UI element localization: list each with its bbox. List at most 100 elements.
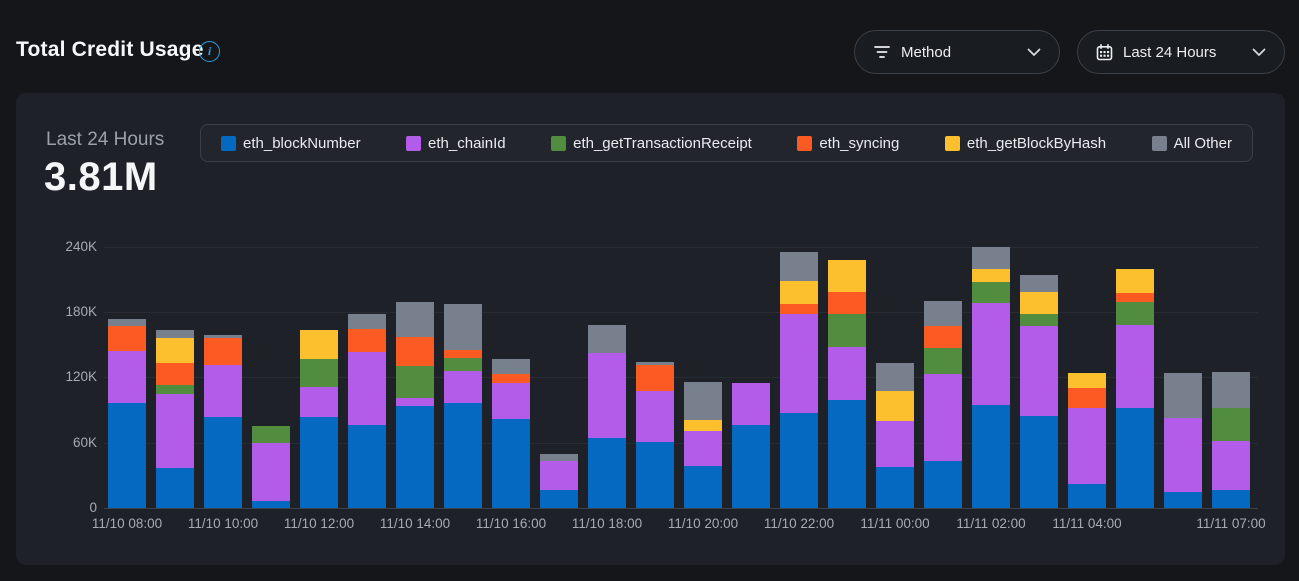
bar-segment[interactable] (972, 405, 1010, 508)
bar-segment[interactable] (588, 325, 626, 353)
bar-segment[interactable] (1116, 269, 1154, 293)
bar[interactable] (348, 314, 386, 508)
bar-segment[interactable] (1068, 484, 1106, 508)
bar[interactable] (156, 330, 194, 508)
bar-segment[interactable] (396, 302, 434, 337)
bar-segment[interactable] (540, 454, 578, 461)
bar[interactable] (924, 301, 962, 508)
bar-segment[interactable] (876, 421, 914, 467)
legend-item[interactable]: eth_chainId (406, 135, 506, 152)
bar-segment[interactable] (348, 329, 386, 352)
bar-segment[interactable] (732, 383, 770, 425)
bar-segment[interactable] (636, 442, 674, 508)
bar[interactable] (300, 330, 338, 508)
bar-segment[interactable] (156, 330, 194, 338)
bar-segment[interactable] (492, 383, 530, 419)
bar-segment[interactable] (300, 359, 338, 387)
info-icon[interactable]: i (199, 41, 220, 62)
legend-item[interactable]: eth_blockNumber (221, 135, 361, 152)
bar-segment[interactable] (780, 281, 818, 304)
bar-segment[interactable] (972, 282, 1010, 303)
bar-segment[interactable] (780, 252, 818, 281)
bar-segment[interactable] (444, 304, 482, 350)
bar-segment[interactable] (684, 420, 722, 431)
bar-segment[interactable] (780, 304, 818, 314)
bar-segment[interactable] (252, 426, 290, 443)
bar-segment[interactable] (684, 431, 722, 466)
bar[interactable] (876, 363, 914, 508)
bar-segment[interactable] (924, 374, 962, 461)
bar[interactable] (1116, 269, 1154, 508)
bar-segment[interactable] (1164, 373, 1202, 418)
method-dropdown[interactable]: Method (854, 30, 1060, 74)
bar-segment[interactable] (972, 269, 1010, 282)
bar-segment[interactable] (492, 359, 530, 374)
bar-segment[interactable] (108, 403, 146, 508)
bar-segment[interactable] (684, 382, 722, 420)
bar-segment[interactable] (1020, 292, 1058, 314)
bar-segment[interactable] (1212, 408, 1250, 441)
bar-segment[interactable] (828, 347, 866, 400)
bar-segment[interactable] (444, 371, 482, 403)
legend-item[interactable]: eth_getBlockByHash (945, 135, 1106, 152)
bar-segment[interactable] (1068, 373, 1106, 388)
bar[interactable] (828, 260, 866, 508)
bar[interactable] (732, 383, 770, 508)
bar-segment[interactable] (348, 352, 386, 425)
bar[interactable] (1020, 275, 1058, 508)
bar-segment[interactable] (828, 400, 866, 508)
bar-segment[interactable] (972, 303, 1010, 405)
bar-segment[interactable] (1068, 408, 1106, 484)
bar-segment[interactable] (588, 353, 626, 438)
bar-segment[interactable] (924, 301, 962, 326)
bar-segment[interactable] (300, 330, 338, 359)
bar-segment[interactable] (156, 385, 194, 394)
bar-segment[interactable] (924, 461, 962, 508)
bar-segment[interactable] (252, 443, 290, 501)
bar-segment[interactable] (780, 314, 818, 413)
bar-segment[interactable] (204, 365, 242, 417)
bar-segment[interactable] (732, 425, 770, 508)
bar-segment[interactable] (1212, 490, 1250, 508)
bar-segment[interactable] (204, 338, 242, 365)
bar[interactable] (396, 302, 434, 508)
bar-segment[interactable] (636, 391, 674, 442)
bar-segment[interactable] (396, 406, 434, 508)
bar[interactable] (204, 335, 242, 508)
bar-segment[interactable] (1164, 418, 1202, 492)
bar[interactable] (588, 325, 626, 508)
bar[interactable] (972, 247, 1010, 508)
bar-segment[interactable] (1068, 388, 1106, 408)
bar-segment[interactable] (348, 314, 386, 329)
bar-segment[interactable] (876, 391, 914, 421)
bar-segment[interactable] (156, 468, 194, 508)
bar-segment[interactable] (108, 351, 146, 403)
bar-segment[interactable] (1164, 492, 1202, 508)
bar-segment[interactable] (1116, 302, 1154, 325)
bar-segment[interactable] (1020, 326, 1058, 416)
bar-segment[interactable] (972, 247, 1010, 269)
bar-segment[interactable] (156, 338, 194, 363)
bar-segment[interactable] (540, 461, 578, 490)
bar-segment[interactable] (876, 363, 914, 391)
bar-segment[interactable] (348, 425, 386, 508)
bar-segment[interactable] (252, 501, 290, 508)
bar-segment[interactable] (924, 326, 962, 348)
bar-segment[interactable] (1020, 416, 1058, 508)
bar-segment[interactable] (300, 417, 338, 508)
bar-segment[interactable] (492, 419, 530, 508)
date-range-dropdown[interactable]: Last 24 Hours (1077, 30, 1285, 74)
bar-segment[interactable] (396, 398, 434, 406)
bar-segment[interactable] (444, 350, 482, 358)
bar[interactable] (636, 362, 674, 508)
bar-segment[interactable] (108, 319, 146, 326)
bar-segment[interactable] (204, 417, 242, 508)
bar-segment[interactable] (1116, 325, 1154, 408)
bar-segment[interactable] (492, 374, 530, 383)
bar-segment[interactable] (828, 260, 866, 292)
bar-segment[interactable] (828, 314, 866, 347)
legend-item[interactable]: All Other (1152, 135, 1232, 152)
bar[interactable] (684, 382, 722, 508)
bar-segment[interactable] (876, 467, 914, 508)
bar[interactable] (1164, 373, 1202, 508)
